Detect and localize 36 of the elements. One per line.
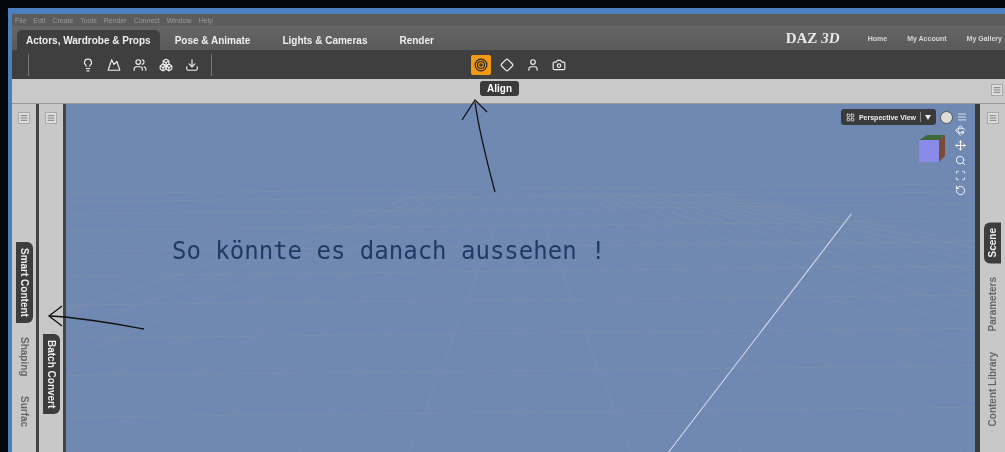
annotation-text: So könnte es danach aussehen ! (172, 237, 606, 265)
panel-tab[interactable]: Smart Content (15, 242, 33, 323)
zoom-icon[interactable] (955, 155, 966, 166)
tab[interactable]: Lights & Cameras (273, 30, 377, 50)
tab[interactable]: Pose & Animate (165, 30, 260, 50)
panel-tab[interactable]: Scene (984, 222, 1001, 264)
list-icon (993, 86, 1001, 94)
sphere-icon[interactable] (940, 110, 953, 124)
tab[interactable]: Actors, Wardrobe & Props (17, 30, 160, 50)
list-icon (47, 114, 55, 122)
panel-tab[interactable]: Batch Convert (42, 334, 60, 415)
logo: DAZ 3D (785, 29, 840, 47)
panel-tab[interactable]: Shaping (15, 330, 33, 383)
person-icon (526, 57, 540, 72)
mountain-icon (107, 57, 121, 72)
panel-tab[interactable]: Parameters (984, 271, 1001, 338)
caret-icon (925, 114, 931, 120)
tool-button[interactable] (471, 54, 491, 75)
download-icon (185, 57, 199, 72)
boxes-icon (159, 57, 173, 72)
diamond-icon (500, 57, 514, 72)
orbit-icon[interactable] (955, 125, 966, 136)
frame-icon[interactable] (955, 170, 966, 181)
panel-tab[interactable]: Surfac (15, 390, 33, 434)
camera-icon (552, 57, 566, 72)
tooltip: Align (480, 81, 519, 96)
list-icon (20, 114, 28, 122)
reset-icon[interactable] (955, 185, 966, 196)
move-icon[interactable] (955, 140, 966, 151)
target-icon (474, 57, 488, 72)
tab[interactable]: Render (390, 30, 443, 50)
people-icon (133, 57, 147, 72)
list-icon (988, 114, 997, 122)
lightbulb-icon (81, 57, 95, 72)
panel-tab[interactable]: Content Library (984, 345, 1001, 433)
grid-icon (845, 112, 855, 122)
